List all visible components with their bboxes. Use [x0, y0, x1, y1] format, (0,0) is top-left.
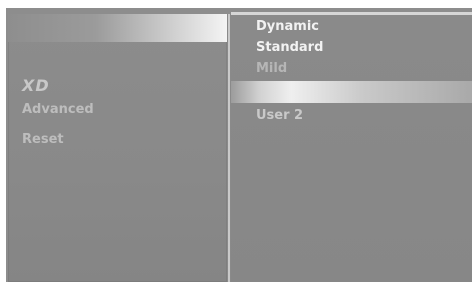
left-menu-list: XD Advanced Reset: [22, 50, 94, 152]
right-menu-item-standard[interactable]: Standard: [231, 37, 472, 58]
left-menu-panel: XD Advanced Reset: [8, 14, 227, 282]
left-panel-header-highlight: [8, 14, 227, 42]
left-menu-item-reset[interactable]: Reset: [22, 128, 94, 152]
tv-menu-screen: XD Advanced Reset Dynamic Standard Mild …: [0, 0, 475, 284]
right-menu-item-dynamic[interactable]: Dynamic: [231, 16, 472, 37]
right-menu-item-selected[interactable]: [231, 81, 472, 103]
right-panel-top-line: [231, 12, 472, 15]
left-menu-item-advanced[interactable]: Advanced: [22, 98, 94, 122]
right-menu-panel: Dynamic Standard Mild User 2: [231, 12, 472, 282]
right-menu-item-mild[interactable]: Mild: [231, 58, 472, 79]
right-menu-list: Dynamic Standard Mild User 2: [231, 16, 472, 126]
right-menu-item-user-2[interactable]: User 2: [231, 105, 472, 126]
left-menu-item-xd[interactable]: XD: [22, 74, 94, 98]
left-menu-item-hidden[interactable]: [22, 50, 94, 74]
